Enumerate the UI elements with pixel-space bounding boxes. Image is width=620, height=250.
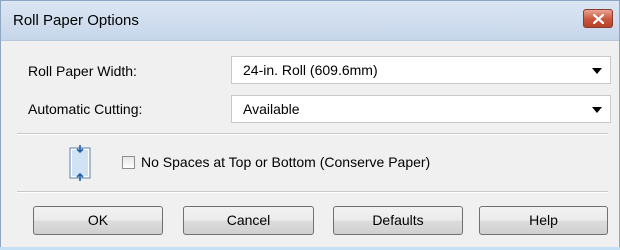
close-button[interactable] (583, 9, 613, 28)
help-button[interactable]: Help (479, 206, 608, 235)
ok-button[interactable]: OK (33, 206, 163, 235)
roll-paper-options-dialog: Roll Paper Options Roll Paper Width: 24-… (0, 0, 620, 250)
no-spaces-label: No Spaces at Top or Bottom (Conserve Pap… (141, 154, 431, 170)
no-spaces-checkbox[interactable] (122, 156, 135, 169)
cancel-button[interactable]: Cancel (183, 206, 314, 235)
automatic-cutting-value: Available (243, 101, 300, 117)
divider-bottom (17, 191, 608, 193)
chevron-down-icon (592, 68, 602, 74)
title-bar: Roll Paper Options (1, 1, 619, 41)
chevron-down-icon (592, 107, 602, 113)
automatic-cutting-label: Automatic Cutting: (28, 101, 143, 117)
roll-paper-width-select[interactable]: 24-in. Roll (609.6mm) (231, 56, 611, 84)
roll-paper-width-value: 24-in. Roll (609.6mm) (243, 62, 378, 78)
automatic-cutting-select[interactable]: Available (231, 95, 611, 123)
close-icon (593, 14, 604, 24)
defaults-button[interactable]: Defaults (333, 206, 463, 235)
divider-top (17, 133, 608, 135)
roll-paper-width-label: Roll Paper Width: (28, 63, 137, 79)
dialog-title: Roll Paper Options (13, 12, 139, 29)
paper-margin-icon (69, 145, 91, 181)
